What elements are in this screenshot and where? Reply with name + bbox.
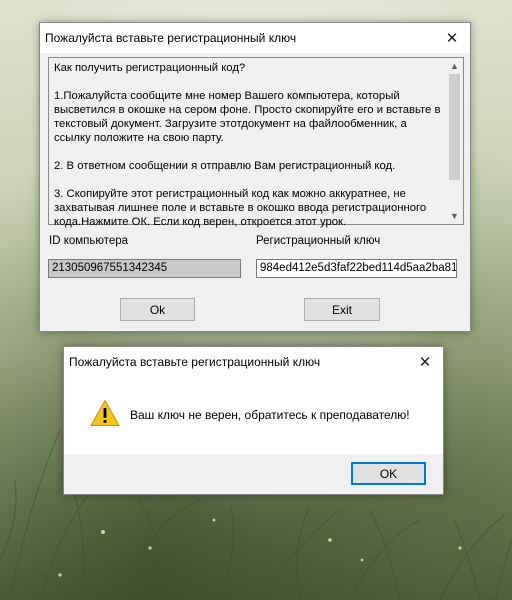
registration-dialog-titlebar[interactable]: Пожалуйста вставьте регистрационный ключ…	[40, 23, 470, 53]
error-message: Ваш ключ не верен, обратитесь к преподав…	[130, 408, 410, 422]
error-dialog-footer: OK	[64, 454, 443, 494]
instructions-scrollbar[interactable]: ▲ ▼	[446, 58, 463, 224]
registration-dialog: Пожалуйста вставьте регистрационный ключ…	[39, 22, 471, 332]
close-icon[interactable]: ✕	[407, 347, 443, 377]
computer-id-field[interactable]: 213050967551342345	[48, 259, 241, 278]
registration-dialog-title: Пожалуйста вставьте регистрационный ключ	[45, 31, 297, 45]
error-dialog-title: Пожалуйста вставьте регистрационный ключ	[69, 355, 321, 369]
instructions-step-1: 1.Пожалуйста сообщите мне номер Вашего к…	[54, 90, 441, 144]
computer-id-label: ID компьютера	[49, 235, 129, 247]
scroll-down-icon[interactable]: ▼	[446, 208, 463, 224]
reg-key-label: Регистрационный ключ	[256, 235, 381, 247]
instructions-heading: Как получить регистрационный код?	[54, 62, 246, 74]
instructions-text: Как получить регистрационный код? 1.Пожа…	[54, 61, 447, 243]
error-dialog-titlebar[interactable]: Пожалуйста вставьте регистрационный ключ…	[64, 347, 443, 377]
ok-button[interactable]: Ok	[120, 298, 195, 321]
reg-key-input[interactable]: 984ed412e5d3faf22bed114d5aa2ba81	[256, 259, 457, 278]
instructions-step-3: 3. Скопируйте этот регистрационный код к…	[54, 188, 427, 228]
scrollbar-thumb[interactable]	[449, 74, 460, 180]
close-icon[interactable]: ✕	[434, 23, 470, 53]
exit-button[interactable]: Exit	[304, 298, 380, 321]
error-dialog: Пожалуйста вставьте регистрационный ключ…	[63, 346, 444, 495]
instructions-step-2: 2. В ответном сообщении я отправлю Вам р…	[54, 160, 396, 172]
instructions-textbox[interactable]: Как получить регистрационный код? 1.Пожа…	[48, 57, 464, 228]
error-ok-button[interactable]: OK	[351, 462, 426, 485]
warning-icon	[90, 399, 120, 426]
scroll-up-icon[interactable]: ▲	[446, 58, 463, 74]
